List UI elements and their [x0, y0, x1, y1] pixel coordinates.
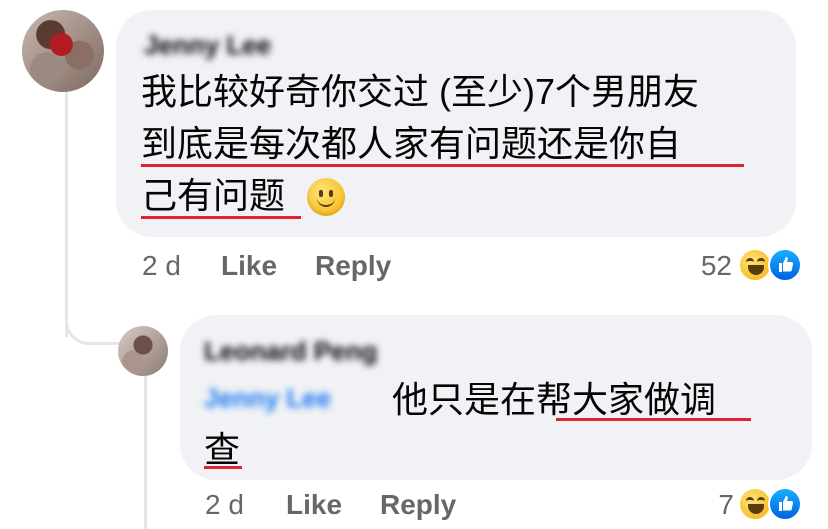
mention-tag[interactable]: Jenny Lee [204, 383, 331, 414]
haha-icon[interactable] [738, 248, 772, 282]
like-button[interactable]: Like [286, 489, 342, 521]
reaction-count[interactable]: 7 [690, 489, 734, 521]
thread-connector [65, 300, 120, 345]
red-underline [141, 216, 301, 219]
like-icon[interactable] [768, 248, 802, 282]
smile-emoji-icon [307, 178, 345, 216]
comment-text-line: 己有问题 [141, 175, 286, 216]
haha-icon[interactable] [738, 487, 772, 521]
comment-text-line: 查 [204, 429, 241, 470]
avatar[interactable] [118, 326, 168, 376]
reaction-count[interactable]: 52 [670, 250, 732, 282]
reply-button[interactable]: Reply [380, 489, 456, 521]
red-underline [204, 466, 242, 469]
comment-timestamp[interactable]: 2 d [205, 489, 244, 521]
reply-button[interactable]: Reply [315, 250, 391, 282]
comment-text-line: 他只是在帮大家做调 [392, 379, 717, 420]
like-button[interactable]: Like [221, 250, 277, 282]
thread-line-reply [144, 376, 147, 529]
comment-timestamp[interactable]: 2 d [142, 250, 181, 282]
comment-text-line: 我比较好奇你交过 (至少)7个男朋友 [141, 71, 700, 112]
red-underline [556, 418, 751, 421]
red-underline [141, 164, 744, 167]
avatar[interactable] [22, 10, 104, 92]
like-icon[interactable] [768, 487, 802, 521]
comment-author[interactable]: Jenny Lee [144, 30, 271, 61]
comment-text-line: 到底是每次都人家有问题还是你自 [141, 123, 682, 164]
comment-author[interactable]: Leonard Peng [204, 336, 377, 367]
